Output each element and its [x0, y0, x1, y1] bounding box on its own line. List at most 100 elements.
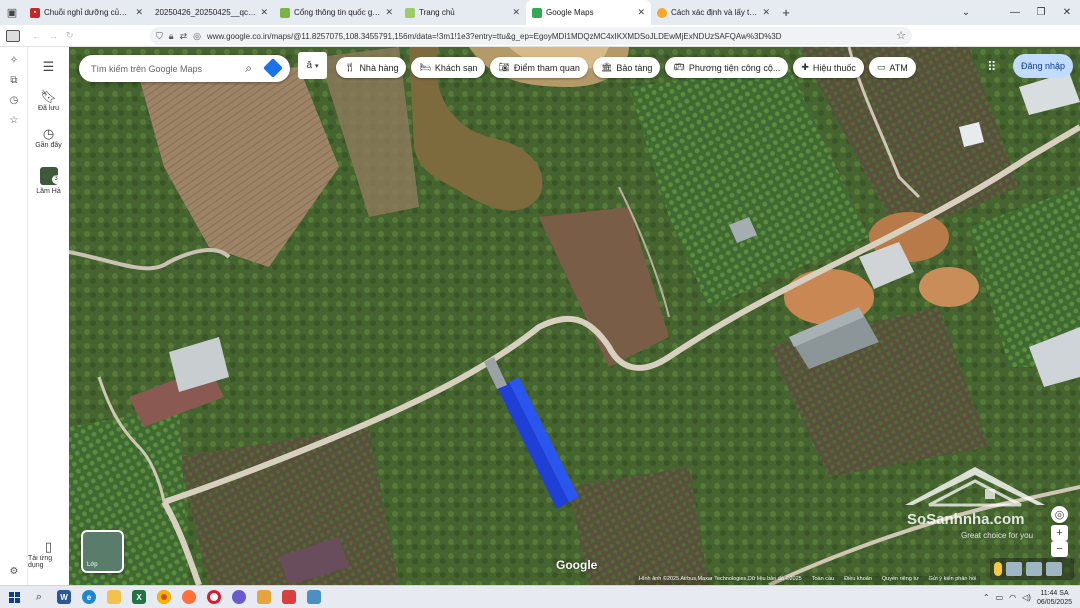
chip-label: Phương tiện công cộ... [688, 62, 781, 73]
phone-icon: ▯ [44, 539, 53, 554]
sign-in-button[interactable]: Đăng nhập [1013, 54, 1074, 78]
url-text[interactable]: www.google.co.in/maps/@11.8257075,108.34… [207, 32, 782, 41]
hamburger-icon: ☰ [42, 59, 55, 74]
chevron-up-icon[interactable]: ⌃ [983, 593, 990, 602]
sidebar-toggle-icon[interactable] [0, 25, 26, 47]
pegman-icon[interactable] [994, 562, 1002, 576]
tab-1[interactable]: ▪ Chuỗi nghỉ dưỡng của ông Phạ ✕ [24, 0, 149, 25]
chip-label: Hiệu thuốc [812, 62, 856, 73]
back-icon[interactable]: ← [32, 31, 41, 41]
close-icon[interactable]: ✕ [512, 7, 520, 18]
maps-pin-icon [532, 7, 542, 18]
close-icon[interactable]: ✕ [637, 7, 645, 18]
saved-button[interactable]: 🔖︎ Đã lưu [28, 89, 69, 112]
search-icon[interactable]: ⌕ [28, 586, 50, 608]
network-icon[interactable]: ▭ [996, 593, 1004, 602]
app-icon-3[interactable] [278, 586, 300, 608]
tab-4[interactable]: Trang chủ ✕ [399, 0, 526, 25]
chip-museums[interactable]: 🏛︎ Bảo tàng [592, 57, 661, 78]
menu-button[interactable]: ☰ [28, 59, 69, 75]
tab-title: Google Maps [546, 8, 594, 17]
reload-icon[interactable]: ↻ [66, 30, 74, 41]
apps-grid-icon[interactable]: ⠿ [987, 59, 996, 75]
chip-atm[interactable]: ▭ ATM [868, 57, 916, 78]
chip-label: ATM [889, 62, 908, 73]
chrome-icon[interactable] [153, 586, 175, 608]
close-icon[interactable]: ✕ [762, 7, 770, 18]
taskbar: ⌕ W e X ⌃ ▭ ◠ ◁) 11:44 SA 06/05/2025 [0, 585, 1080, 608]
tab-2[interactable]: 20250426_20250425__qcg___cbtt_ ✕ [149, 0, 274, 25]
permissions-icon[interactable]: ⇄ [180, 31, 188, 42]
new-tab-button[interactable]: + [776, 5, 796, 20]
search-input[interactable] [91, 63, 231, 74]
close-icon[interactable]: ✕ [385, 7, 393, 18]
tab-title: Cách xác định và lấy tọa độ trên [671, 8, 759, 17]
chip-hotels[interactable]: 🛏︎ Khách sạn [411, 57, 486, 78]
app-icon[interactable] [228, 586, 250, 608]
clock[interactable]: 11:44 SA 06/05/2025 [1037, 589, 1072, 607]
chip-pharmacy[interactable]: ✚ Hiệu thuốc [793, 57, 864, 78]
app-icon-4[interactable] [303, 586, 325, 608]
fork-knife-icon: 🍴︎ [344, 62, 356, 72]
recent-button[interactable]: ◷ Gần đây [28, 126, 69, 149]
close-window-icon[interactable]: ✕ [1054, 0, 1080, 25]
app-icon-2[interactable] [253, 586, 275, 608]
street-view-thumb[interactable] [1026, 562, 1042, 576]
attribution-bar: Hình ảnh ©2025 Airbus,Maxar Technologies… [635, 576, 981, 585]
clock-time: 11:44 SA [1040, 589, 1069, 597]
minimize-icon[interactable]: — [1002, 0, 1028, 25]
extensions-icon[interactable]: ⧉ [0, 70, 28, 90]
bookmarks-star-icon[interactable]: ☆ [0, 110, 28, 130]
street-view-thumb[interactable] [1046, 562, 1062, 576]
restore-icon[interactable]: ❐ [1028, 0, 1054, 25]
windows-start-icon[interactable] [3, 586, 25, 608]
privacy-link[interactable]: Quyền riêng tư [882, 576, 919, 585]
chip-label: Bảo tàng [616, 62, 653, 73]
street-view-thumb[interactable] [1006, 562, 1022, 576]
download-app-button[interactable]: ▯ Tải ứng dụng [28, 539, 69, 569]
street-view-strip[interactable] [990, 558, 1074, 580]
tab-google-maps[interactable]: Google Maps ✕ [526, 0, 651, 25]
feedback-link[interactable]: Gửi ý kiến phản hồi [929, 576, 977, 585]
chip-restaurants[interactable]: 🍴︎ Nhà hàng [336, 57, 407, 78]
forward-icon[interactable]: → [49, 31, 58, 41]
file-explorer-icon[interactable] [103, 586, 125, 608]
tab-actions-icon[interactable]: ▣ [0, 0, 24, 25]
tab-6[interactable]: Cách xác định và lấy tọa độ trên ✕ [651, 0, 776, 25]
edge-icon[interactable]: e [78, 586, 100, 608]
excel-icon[interactable]: X [128, 586, 150, 608]
settings-gear-icon[interactable]: ⚙ [0, 561, 28, 581]
screen: ▣ ▪ Chuỗi nghỉ dưỡng của ông Phạ ✕ 20250… [0, 0, 1080, 608]
chevron-down-icon[interactable]: ⌄ [956, 0, 976, 25]
chip-transit[interactable]: 🚌︎ Phương tiện công cộ... [665, 57, 789, 78]
shield-icon[interactable]: ⛉ [156, 31, 163, 42]
language-chip[interactable]: ā ▾ [298, 52, 327, 79]
search-box[interactable]: ⌕ [79, 55, 290, 82]
firefox-icon[interactable] [178, 586, 200, 608]
wifi-icon[interactable]: ◠ [1009, 593, 1016, 602]
word-icon[interactable]: W [53, 586, 75, 608]
close-icon[interactable]: ✕ [135, 7, 143, 18]
bookmark-star-icon[interactable]: ☆ [896, 29, 906, 42]
close-icon[interactable]: ✕ [260, 7, 268, 18]
lock-icon[interactable]: 🔒︎ [169, 31, 174, 42]
watermark-name: SoSanhnha.com [907, 511, 1025, 528]
chip-attractions[interactable]: 📷︎ Điểm tham quan [490, 57, 588, 78]
tab-3[interactable]: Cổng thông tin quốc gia về đất ✕ [274, 0, 399, 25]
satellite-map[interactable]: ⌕ ā ▾ 🍴︎Nhà hàng 🛏︎Khách sạn 📷︎Điểm tham… [69, 47, 1080, 585]
recent-place-button[interactable]: 3 Lâm Hà [28, 167, 69, 195]
sosanhnha-watermark: SoSanhnha.com Great choice for you [895, 465, 1055, 545]
directions-icon[interactable] [263, 58, 283, 78]
terms-link[interactable]: Điều khoản [844, 576, 872, 585]
global-link[interactable]: Toàn cầu [812, 576, 834, 585]
address-bar[interactable]: ⛉ 🔒︎ ⇄ ◎ www.google.co.in/maps/@11.82570… [150, 27, 912, 45]
history-icon[interactable]: ◷ [0, 90, 28, 110]
layers-button[interactable]: Lớp [81, 530, 124, 573]
volume-icon[interactable]: ◁) [1022, 593, 1031, 602]
google-logo: Google [556, 558, 598, 572]
tab-strip: ▣ ▪ Chuỗi nghỉ dưỡng của ông Phạ ✕ 20250… [0, 0, 1080, 25]
search-icon[interactable]: ⌕ [245, 61, 252, 76]
ai-sparkle-icon[interactable]: ✧ [0, 50, 28, 70]
location-icon[interactable]: ◎ [193, 31, 201, 42]
opera-icon[interactable] [203, 586, 225, 608]
